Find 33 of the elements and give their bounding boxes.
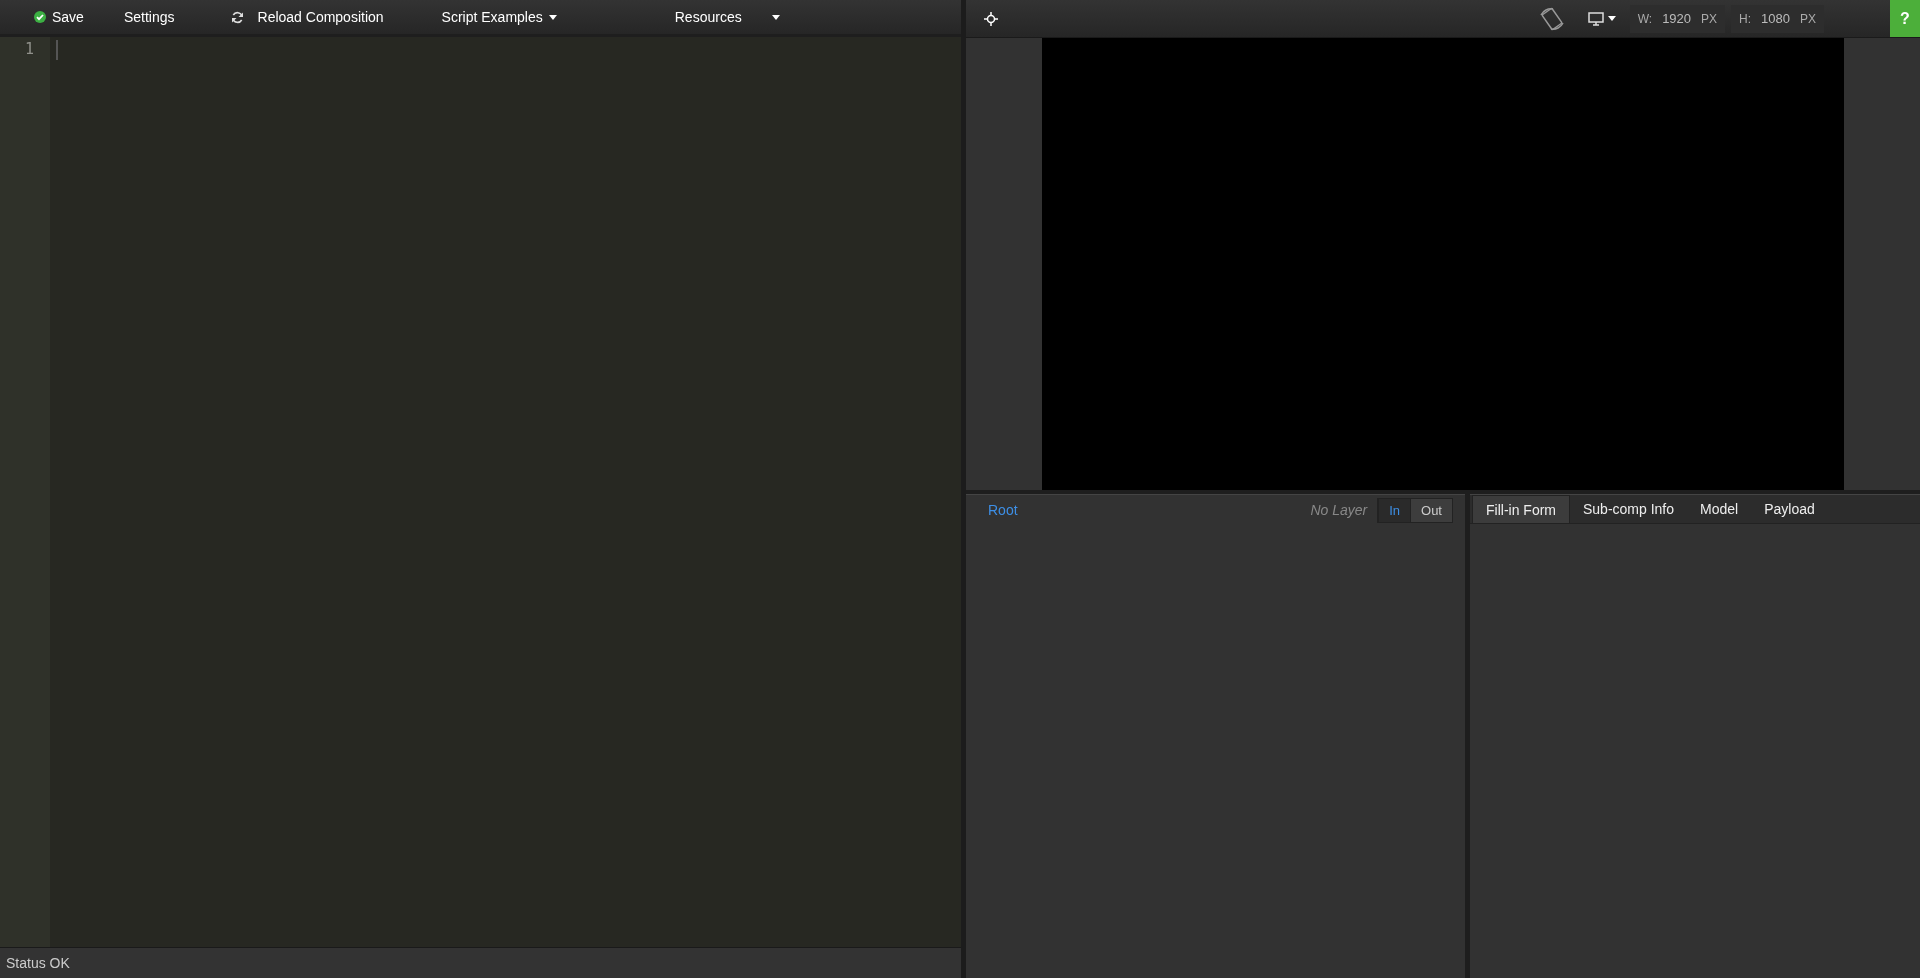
unit-label: PX: [1701, 11, 1718, 26]
monitor-icon: [1587, 11, 1604, 26]
refresh-icon: [230, 10, 244, 24]
toolbar-button[interactable]: Settings: [123, 9, 175, 25]
width-field[interactable]: W: 1920 PX: [1629, 4, 1726, 33]
layer-label: No Layer: [1310, 502, 1368, 518]
toggle-button[interactable]: Out: [1410, 498, 1452, 522]
caret-icon: [1607, 16, 1616, 21]
height-field[interactable]: H: 1080 PX: [1731, 4, 1824, 33]
text-cursor: [56, 40, 58, 60]
tab[interactable]: Model: [1687, 495, 1752, 523]
breadcrumb-link[interactable]: Root: [988, 502, 1018, 518]
toolbar-button[interactable]: Script Examples: [441, 9, 557, 25]
toolbar-button[interactable]: Reload Composition: [230, 9, 384, 25]
move-icon[interactable]: [984, 11, 998, 26]
unit-label: PX: [1800, 11, 1816, 26]
tab[interactable]: Sub-comp Info: [1570, 495, 1688, 523]
caret-icon: [548, 14, 557, 20]
field-label: H:: [1739, 11, 1752, 26]
check-icon: [34, 11, 46, 23]
caret-icon: [771, 14, 780, 20]
toolbar-button[interactable]: Save: [34, 9, 84, 25]
field-label: W:: [1637, 11, 1653, 26]
toolbar-button[interactable]: Resources: [674, 9, 780, 25]
tab[interactable]: Payload: [1751, 495, 1828, 523]
field-value: 1080: [1761, 11, 1790, 26]
tab[interactable]: Fill-in Form: [1472, 495, 1570, 523]
line-number: 1: [23, 39, 35, 60]
field-value: 1920: [1662, 11, 1692, 26]
rotate-icon[interactable]: [1537, 6, 1566, 31]
status-bar: Status OK: [0, 947, 961, 978]
toggle-button[interactable]: In: [1378, 498, 1411, 522]
display-dropdown[interactable]: [1587, 11, 1616, 26]
